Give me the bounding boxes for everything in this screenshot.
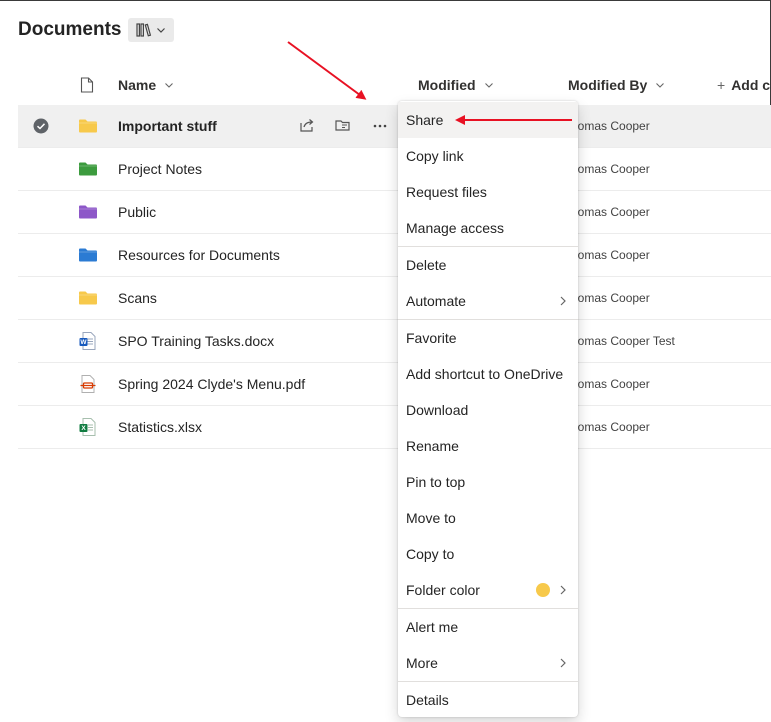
menu-item-automate[interactable]: Automate — [398, 283, 578, 319]
table-row[interactable]: Resources for Documents homas Cooper — [18, 234, 771, 277]
name-column-label: Name — [118, 77, 157, 93]
table-row[interactable]: Project Notes homas Cooper — [18, 148, 771, 191]
add-column-label: Add c — [731, 77, 771, 93]
row-name[interactable]: Resources for Documents — [118, 247, 280, 263]
menu-item-label: Move to — [406, 510, 456, 526]
add-column-button[interactable]: + Add c — [717, 77, 770, 93]
page-title: Documents — [18, 19, 122, 40]
chevron-right-icon — [560, 658, 566, 668]
row-modified-by: homas Cooper — [571, 420, 650, 434]
document-icon — [80, 77, 94, 93]
table-row[interactable]: Important stuff homas Cooper — [18, 105, 771, 148]
menu-item-label: Favorite — [406, 330, 457, 346]
library-icon — [136, 23, 152, 37]
menu-item-move-to[interactable]: Move to — [398, 500, 578, 536]
menu-item-share[interactable]: Share — [398, 102, 578, 138]
row-name[interactable]: Statistics.xlsx — [118, 419, 202, 435]
row-modified-by: homas Cooper — [571, 377, 650, 391]
chevron-down-icon — [484, 83, 493, 88]
menu-item-label: Rename — [406, 438, 459, 454]
row-modified-by: homas Cooper — [571, 248, 650, 262]
menu-item-label: Automate — [406, 293, 466, 309]
menu-item-folder-color[interactable]: Folder color — [398, 572, 578, 608]
table-row[interactable]: Scans homas Cooper — [18, 277, 771, 320]
folder-icon — [79, 291, 97, 305]
menu-item-label: Request files — [406, 184, 487, 200]
menu-item-label: More — [406, 655, 438, 671]
menu-item-label: Folder color — [406, 582, 480, 598]
row-name[interactable]: SPO Training Tasks.docx — [118, 333, 274, 349]
menu-item-label: Share — [406, 112, 444, 128]
chevron-right-icon — [560, 585, 566, 595]
folder-icon — [79, 248, 97, 262]
table-row[interactable]: Public homas Cooper — [18, 191, 771, 234]
menu-item-more[interactable]: More — [398, 645, 578, 681]
pdf-file-icon — [80, 375, 96, 393]
menu-item-download[interactable]: Download — [398, 392, 578, 428]
menu-item-copy-to[interactable]: Copy to — [398, 536, 578, 572]
menu-item-add-shortcut-to-onedrive[interactable]: Add shortcut to OneDrive — [398, 356, 578, 392]
menu-item-label: Delete — [406, 257, 447, 273]
menu-item-label: Details — [406, 692, 449, 708]
row-name[interactable]: Project Notes — [118, 161, 202, 177]
menu-item-label: Copy to — [406, 546, 455, 562]
context-menu: Share Copy link Request files Manage access… — [398, 101, 578, 717]
file-type-column-header[interactable] — [80, 77, 94, 93]
folder-icon — [79, 119, 97, 133]
menu-item-alert-me[interactable]: Alert me — [398, 609, 578, 645]
modified-column-label: Modified — [418, 77, 476, 93]
modified-by-column-label: Modified By — [568, 77, 648, 93]
word-file-icon: W — [79, 332, 96, 350]
chevron-down-icon — [157, 28, 165, 33]
menu-item-label: Download — [406, 402, 469, 418]
menu-item-delete[interactable]: Delete — [398, 247, 578, 283]
annotation-arrow-to-more — [287, 41, 367, 100]
row-name[interactable]: Important stuff — [118, 118, 217, 134]
folder-icon — [79, 162, 97, 176]
row-modified-by: homas Cooper — [571, 119, 650, 133]
view-options-button[interactable] — [128, 18, 174, 42]
menu-item-label: Copy link — [406, 148, 464, 164]
row-checkmark-icon[interactable] — [33, 118, 49, 134]
chevron-right-icon — [560, 296, 566, 306]
color-swatch — [536, 583, 550, 597]
row-name[interactable]: Scans — [118, 290, 157, 306]
menu-item-favorite[interactable]: Favorite — [398, 320, 578, 356]
menu-item-manage-access[interactable]: Manage access — [398, 210, 578, 246]
menu-item-details[interactable]: Details — [398, 682, 578, 717]
row-name[interactable]: Public — [118, 204, 156, 220]
plus-icon: + — [717, 77, 726, 93]
menu-item-copy-link[interactable]: Copy link — [398, 138, 578, 174]
excel-file-icon: X — [79, 418, 96, 436]
name-column-header[interactable]: Name — [118, 77, 174, 93]
menu-item-label: Add shortcut to OneDrive — [406, 366, 564, 382]
more-icon[interactable] — [369, 116, 391, 136]
modified-by-column-header[interactable]: Modified By — [568, 77, 665, 93]
menu-item-pin-to-top[interactable]: Pin to top — [398, 464, 578, 500]
share-icon[interactable] — [298, 116, 318, 136]
row-modified-by: homas Cooper — [571, 205, 650, 219]
svg-text:W: W — [80, 339, 87, 346]
table-row[interactable]: Spring 2024 Clyde's Menu.pdf homas Cooper — [18, 363, 771, 406]
chevron-down-icon — [656, 83, 665, 88]
menu-item-label: Manage access — [406, 220, 505, 236]
row-modified-by: homas Cooper — [571, 162, 650, 176]
menu-item-rename[interactable]: Rename — [398, 428, 578, 464]
row-name[interactable]: Spring 2024 Clyde's Menu.pdf — [118, 376, 305, 392]
menu-item-label: Pin to top — [406, 474, 466, 490]
menu-item-label: Alert me — [406, 619, 459, 635]
row-modified-by: homas Cooper Test — [571, 334, 675, 348]
window-top-border — [0, 0, 771, 1]
chevron-down-icon — [165, 83, 174, 88]
folder-icon — [79, 205, 97, 219]
modified-column-header[interactable]: Modified — [418, 77, 494, 93]
menu-item-request-files[interactable]: Request files — [398, 174, 578, 210]
open-folder-icon[interactable] — [334, 116, 354, 136]
table-row[interactable]: X Statistics.xlsx homas Cooper — [18, 406, 771, 449]
svg-text:X: X — [81, 425, 86, 432]
table-row[interactable]: W SPO Training Tasks.docx homas Cooper Tes… — [18, 320, 771, 363]
row-modified-by: homas Cooper — [571, 291, 650, 305]
